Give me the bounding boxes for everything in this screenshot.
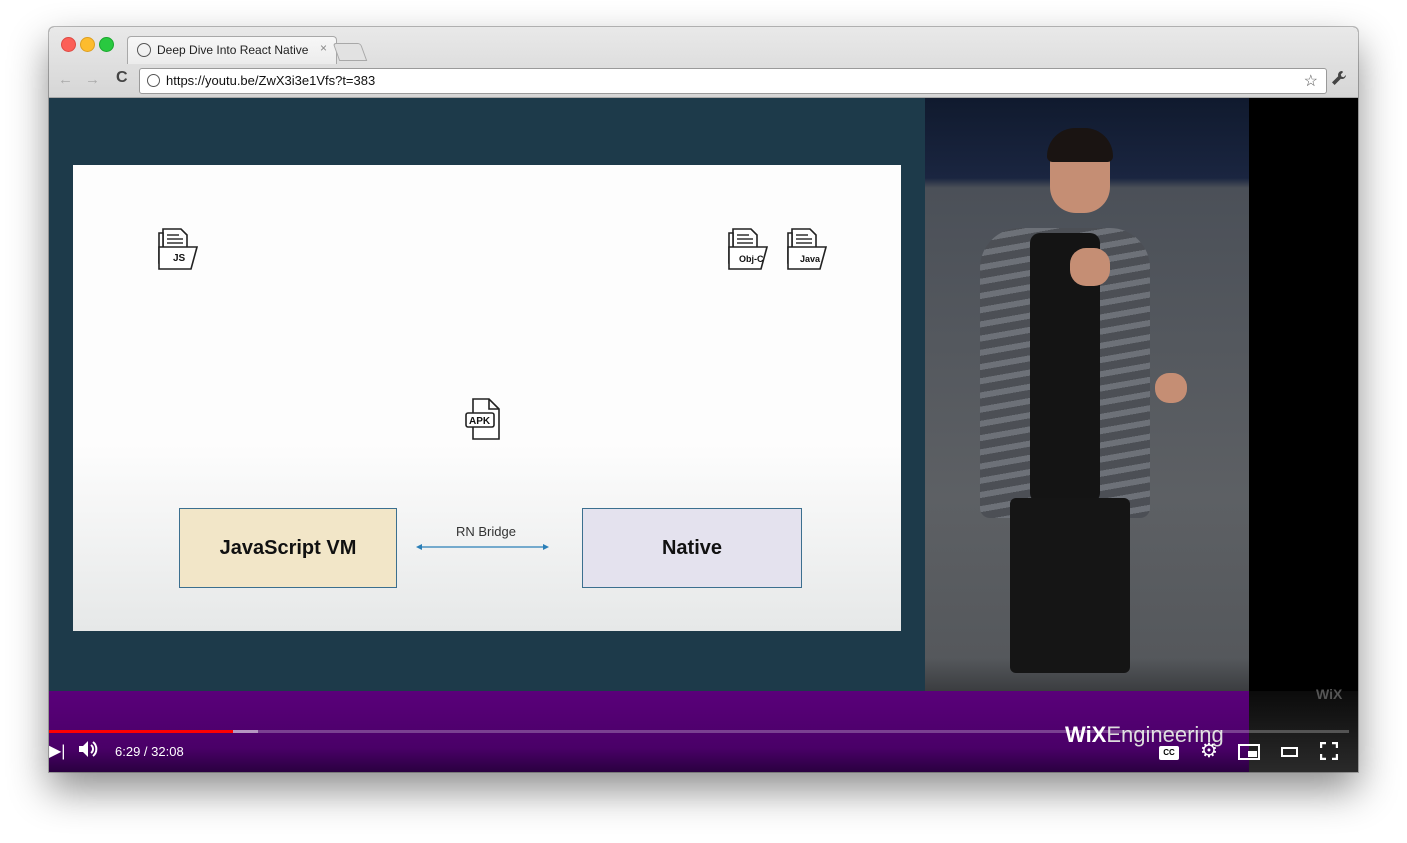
java-file-label: Java (800, 254, 821, 264)
js-file-label: JS (173, 253, 186, 264)
speaker-hand-clicker (1155, 373, 1187, 403)
browser-window: Deep Dive Into React Native × ← → C http… (49, 27, 1358, 772)
progress-played (49, 730, 234, 733)
speaker-volume-icon (79, 741, 98, 757)
apk-label: APK (469, 416, 491, 427)
time-display: 6:29 / 32:08 (115, 744, 184, 759)
objc-file-label: Obj-C (739, 254, 764, 264)
bridge-double-arrow-icon (416, 544, 549, 550)
fullscreen-corners-icon (1319, 741, 1339, 761)
wix-watermark: WiX (1316, 686, 1343, 702)
window-close-button[interactable] (61, 37, 76, 52)
forward-arrow-icon[interactable]: → (85, 71, 100, 88)
speaker-hair (1047, 128, 1113, 162)
tab-close-icon[interactable]: × (320, 41, 327, 55)
new-tab-button[interactable] (332, 43, 368, 61)
settings-gear-icon[interactable]: ⚙ (1200, 738, 1218, 763)
reload-icon[interactable]: C (116, 69, 128, 87)
objc-file-icon (728, 228, 769, 270)
volume-icon[interactable] (77, 739, 99, 765)
video-player[interactable]: JS Obj-C Java APK JavaScript VM Native R… (49, 98, 1358, 772)
globe-icon (137, 43, 151, 57)
tab-title: Deep Dive Into React Native (157, 43, 309, 57)
wrench-menu-icon[interactable] (1331, 70, 1347, 91)
browser-tab[interactable]: Deep Dive Into React Native × (127, 36, 337, 64)
captions-button[interactable]: CC (1159, 746, 1179, 760)
globe-icon (147, 74, 160, 87)
wix-logo-bold: WiX (1065, 722, 1107, 747)
browser-chrome: Deep Dive Into React Native × ← → C http… (49, 27, 1358, 98)
native-box: Native (582, 508, 802, 588)
next-video-icon[interactable]: ▶| (49, 741, 65, 761)
javascript-vm-box: JavaScript VM (179, 508, 397, 588)
java-file-icon (787, 228, 828, 270)
theater-mode-icon[interactable] (1281, 747, 1298, 757)
speaker-camera-feed (925, 98, 1249, 691)
address-bar-url[interactable]: https://youtu.be/ZwX3i3e1Vfs?t=383 (166, 73, 375, 88)
window-maximize-button[interactable] (99, 37, 114, 52)
speaker-hand (1070, 248, 1110, 286)
bookmark-star-icon[interactable]: ☆ (1304, 71, 1318, 91)
miniplayer-icon[interactable] (1238, 744, 1260, 760)
video-stage: JS Obj-C Java APK JavaScript VM Native R… (49, 98, 1249, 691)
back-arrow-icon[interactable]: ← (58, 71, 73, 88)
presentation-slide: JS Obj-C Java APK JavaScript VM Native R… (73, 165, 901, 631)
js-file-icon (158, 228, 199, 270)
wrench-icon (1332, 71, 1346, 85)
video-progress-bar[interactable] (49, 730, 1349, 733)
fullscreen-icon[interactable] (1319, 741, 1339, 761)
window-minimize-button[interactable] (80, 37, 95, 52)
speaker-legs (1010, 498, 1130, 673)
rn-bridge-label: RN Bridge (456, 524, 516, 539)
address-bar[interactable]: https://youtu.be/ZwX3i3e1Vfs?t=383 ☆ (139, 68, 1327, 94)
